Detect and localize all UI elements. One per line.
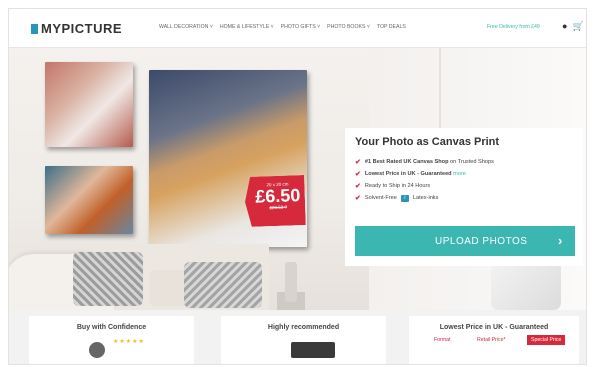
col-retail-price: Retail Price*	[477, 337, 506, 343]
pillow-right	[184, 262, 262, 308]
header-icons: ● 🛒	[562, 21, 584, 31]
feature-item: ✔ Lowest Price in UK - Guaranteed more	[355, 170, 466, 178]
upload-photos-button[interactable]: UPLOAD PHOTOS ›	[355, 226, 575, 256]
logo-mark-icon	[31, 23, 38, 34]
feature-item: ✔ Ready to Ship in 24 Hours	[355, 182, 430, 190]
pillow-left	[73, 252, 143, 306]
feature-rest: Solvent-Free	[364, 195, 397, 201]
upload-photos-label: UPLOAD PHOTOS	[435, 236, 528, 247]
check-icon: ✔	[355, 195, 361, 202]
site-header: MYPICTURE WALL DECORATION ˅ HOME & LIFES…	[9, 9, 586, 48]
canvas-photo-small-bottom	[45, 166, 133, 234]
feature-rest: on Trusted Shops	[448, 159, 494, 165]
free-delivery-link[interactable]: Free Delivery from £49	[487, 24, 540, 30]
trust-section: Buy with Confidence ★★★★★ Highly recomme…	[9, 310, 586, 364]
latex-info-icon[interactable]: i	[400, 194, 409, 202]
nav-top-deals[interactable]: TOP DEALS	[377, 24, 406, 30]
feature-bold: Lowest Price in UK - Guaranteed	[364, 171, 452, 177]
nav-photo-books[interactable]: PHOTO BOOKS ˅	[327, 24, 370, 30]
trusted-seal-icon	[89, 342, 105, 358]
feature-more-link[interactable]: more	[453, 171, 466, 177]
card-title: Buy with Confidence	[76, 324, 147, 331]
card-title: Highly recommended	[267, 324, 340, 331]
buy-with-confidence-card: Buy with Confidence ★★★★★	[29, 316, 194, 364]
nav-photo-gifts[interactable]: PHOTO GIFTS ˅	[281, 24, 321, 30]
logo-text: MYPICTURE	[41, 21, 123, 36]
site-logo[interactable]: MYPICTURE	[31, 21, 122, 36]
nav-home-lifestyle[interactable]: HOME & LIFESTYLE ˅	[220, 24, 274, 30]
lamp	[285, 262, 297, 302]
check-icon: ✔	[355, 171, 361, 178]
col-format: Format	[434, 337, 451, 343]
feature-item: ✔ #1 Best Rated UK Canvas Shop on Truste…	[355, 158, 494, 166]
user-icon[interactable]: ●	[562, 21, 567, 31]
nav-wall-decoration[interactable]: WALL DECORATION ˅	[159, 24, 213, 30]
promo-title: Your Photo as Canvas Print	[355, 136, 500, 148]
rating-stars: ★★★★★	[113, 339, 145, 345]
feature-rest: Ready to Ship in 24 Hours	[364, 183, 431, 189]
feature-bold: #1 Best Rated UK Canvas Shop	[364, 159, 449, 165]
chevron-right-icon: ›	[558, 233, 563, 248]
card-title: Lowest Price in UK - Guaranteed	[439, 324, 549, 331]
highly-recommended-card: Highly recommended	[221, 316, 386, 364]
price-badge-price: £6.50	[254, 185, 301, 207]
lowest-price-card: Lowest Price in UK - Guaranteed Format R…	[409, 316, 579, 364]
col-special-price: Special Price	[527, 335, 566, 345]
browser-frame: MYPICTURE WALL DECORATION ˅ HOME & LIFES…	[8, 8, 587, 365]
cart-icon[interactable]: 🛒	[572, 21, 583, 31]
hero-banner: 20 x 20 cm £6.50 £20.50 ? Your Photo as …	[9, 48, 586, 310]
check-icon: ✔	[355, 159, 361, 166]
feature-after: Latex-inks	[412, 195, 439, 201]
check-icon: ✔	[355, 183, 361, 190]
canvas-photo-small-top	[45, 62, 133, 147]
recommendation-badge-icon	[291, 342, 335, 358]
main-nav: WALL DECORATION ˅ HOME & LIFESTYLE ˅ PHO…	[159, 24, 406, 30]
feature-item: ✔ Solvent-Free i Latex-inks	[355, 194, 438, 202]
promo-card: Your Photo as Canvas Print ✔ #1 Best Rat…	[345, 128, 583, 266]
price-badge: 20 x 20 cm £6.50 £20.50 ?	[244, 175, 306, 227]
